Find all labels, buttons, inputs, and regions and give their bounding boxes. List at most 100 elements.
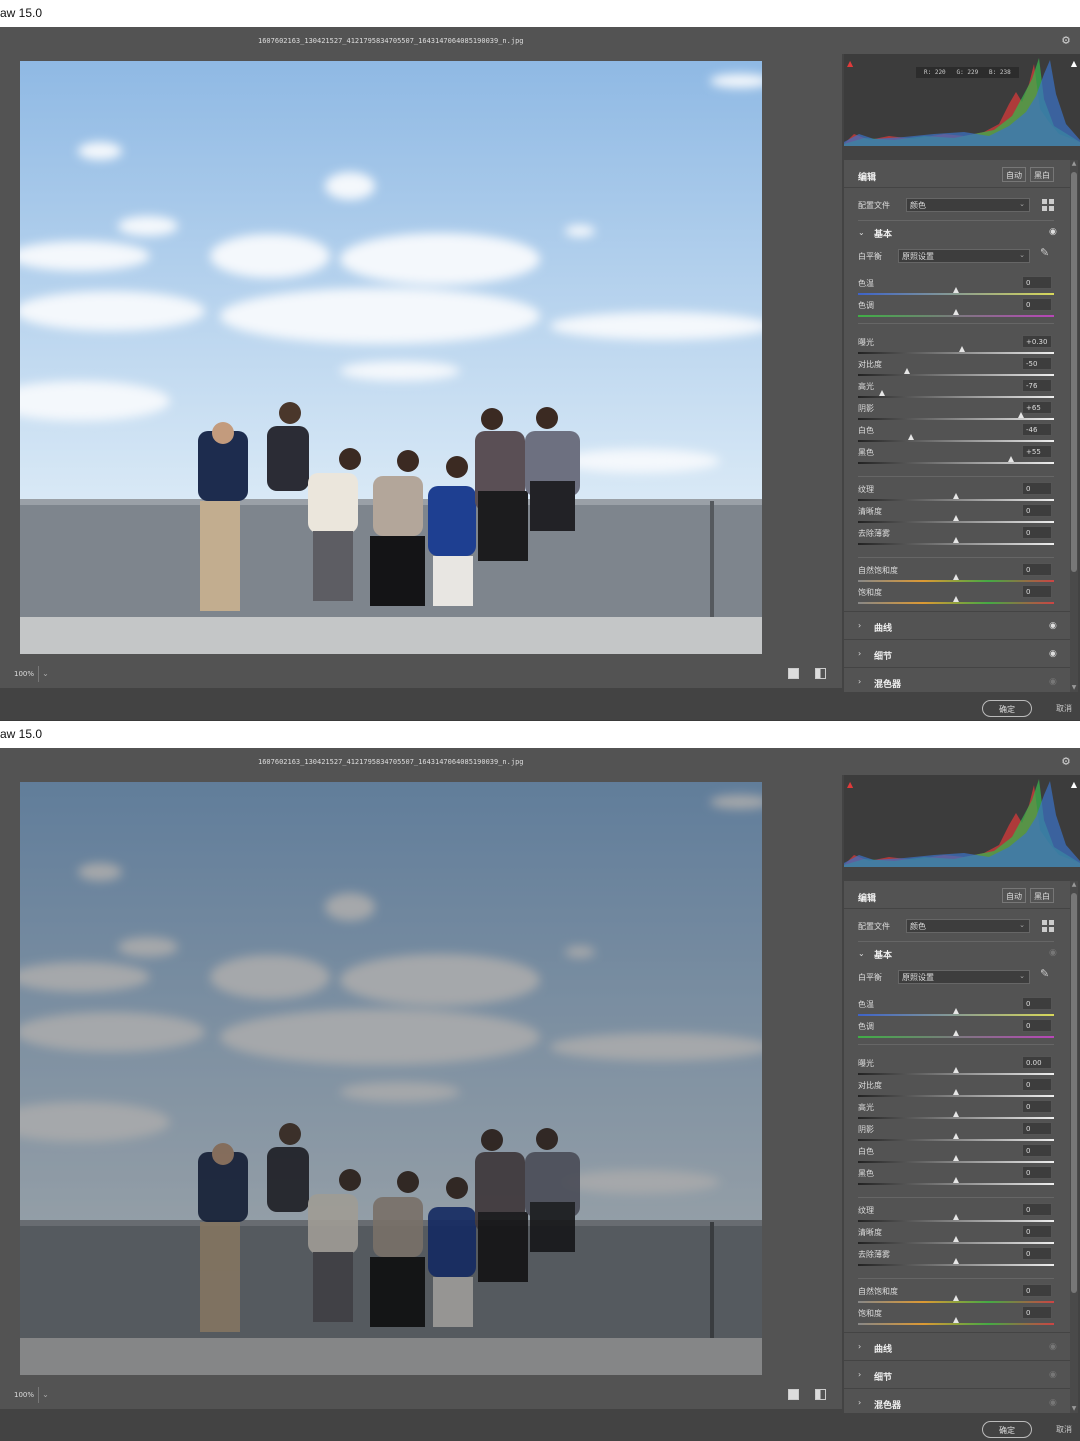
- slider-handle[interactable]: [953, 1317, 959, 1323]
- ok-button[interactable]: 确定: [982, 700, 1032, 717]
- slider-track[interactable]: [858, 293, 1054, 295]
- shadow-clip-icon[interactable]: ▲: [847, 780, 853, 789]
- scroll-up-icon[interactable]: ▲: [1070, 160, 1078, 168]
- wb-dropdown[interactable]: 原照设置 ⌄: [898, 970, 1030, 984]
- slider-value-input[interactable]: 0: [1022, 997, 1052, 1010]
- eye-icon[interactable]: ◉: [1049, 1370, 1057, 1380]
- scroll-down-icon[interactable]: ▼: [1070, 684, 1078, 692]
- slider-handle[interactable]: [953, 1295, 959, 1301]
- slider-track[interactable]: [858, 418, 1054, 420]
- eye-icon[interactable]: ◉: [1049, 649, 1057, 659]
- slider-value-input[interactable]: -76: [1022, 379, 1052, 392]
- cancel-button[interactable]: 取消: [1056, 703, 1072, 714]
- slider-value-input[interactable]: 0.00: [1022, 1056, 1052, 1069]
- slider-handle[interactable]: [953, 574, 959, 580]
- slider-track[interactable]: [858, 1323, 1054, 1325]
- scroll-thumb[interactable]: [1071, 172, 1077, 572]
- slider-value-input[interactable]: +55: [1022, 445, 1052, 458]
- slider-handle[interactable]: [953, 493, 959, 499]
- curve-section[interactable]: › 曲线 ◉: [844, 611, 1070, 639]
- slider-handle[interactable]: [953, 537, 959, 543]
- slider-handle[interactable]: [878, 390, 885, 396]
- panel-scrollbar[interactable]: ▲ ▼: [1070, 160, 1078, 692]
- slider-handle[interactable]: [953, 1008, 959, 1014]
- zoom-level[interactable]: 100%: [14, 670, 34, 678]
- eye-icon[interactable]: ◉: [1049, 227, 1057, 237]
- scroll-up-icon[interactable]: ▲: [1070, 881, 1078, 889]
- slider-track[interactable]: [858, 1242, 1054, 1244]
- slider-handle[interactable]: [1017, 412, 1024, 418]
- slider-track[interactable]: [858, 602, 1054, 604]
- slider-value-input[interactable]: 0: [1022, 1078, 1052, 1091]
- mixer-section[interactable]: › 混色器 ◉: [844, 1388, 1070, 1413]
- slider-value-input[interactable]: 0: [1022, 1166, 1052, 1179]
- slider-value-input[interactable]: -46: [1022, 423, 1052, 436]
- curve-section[interactable]: › 曲线 ◉: [844, 1332, 1070, 1360]
- slider-track[interactable]: [858, 1183, 1054, 1185]
- eye-icon[interactable]: ◉: [1049, 1398, 1057, 1408]
- slider-value-input[interactable]: +65: [1022, 401, 1052, 414]
- mixer-section[interactable]: › 混色器 ◉: [844, 667, 1070, 692]
- compare-view-icon[interactable]: [815, 1389, 826, 1400]
- slider-handle[interactable]: [953, 1236, 959, 1242]
- chevron-down-icon[interactable]: ⌄: [858, 949, 865, 958]
- slider-track[interactable]: [858, 1014, 1054, 1016]
- slider-value-input[interactable]: +0.30: [1022, 335, 1052, 348]
- slider-value-input[interactable]: 0: [1022, 298, 1052, 311]
- chevron-down-icon[interactable]: ⌄: [858, 228, 865, 237]
- slider-track[interactable]: [858, 543, 1054, 545]
- slider-handle[interactable]: [953, 1067, 959, 1073]
- slider-value-input[interactable]: 0: [1022, 1203, 1052, 1216]
- slider-track[interactable]: [858, 1095, 1054, 1097]
- eye-icon[interactable]: ◉: [1049, 677, 1057, 687]
- slider-value-input[interactable]: 0: [1022, 276, 1052, 289]
- slider-track[interactable]: [858, 462, 1054, 464]
- detail-section[interactable]: › 细节 ◉: [844, 1360, 1070, 1388]
- profile-dropdown[interactable]: 颜色 ⌄: [906, 198, 1030, 212]
- basic-section-title[interactable]: 基本: [874, 948, 892, 961]
- slider-handle[interactable]: [953, 309, 959, 315]
- slider-handle[interactable]: [953, 1111, 959, 1117]
- slider-track[interactable]: [858, 315, 1054, 317]
- basic-section-title[interactable]: 基本: [874, 227, 892, 240]
- slider-track[interactable]: [858, 499, 1054, 501]
- slider-value-input[interactable]: 0: [1022, 1122, 1052, 1135]
- eyedropper-icon[interactable]: ✎: [1040, 967, 1049, 980]
- slider-value-input[interactable]: 0: [1022, 563, 1052, 576]
- slider-track[interactable]: [858, 1264, 1054, 1266]
- slider-track[interactable]: [858, 396, 1054, 398]
- slider-track[interactable]: [858, 580, 1054, 582]
- slider-track[interactable]: [858, 1220, 1054, 1222]
- auto-button[interactable]: 自动: [1002, 888, 1026, 903]
- cancel-button[interactable]: 取消: [1056, 1424, 1072, 1435]
- eye-icon[interactable]: ◉: [1049, 1342, 1057, 1352]
- slider-track[interactable]: [858, 1161, 1054, 1163]
- slider-value-input[interactable]: 0: [1022, 482, 1052, 495]
- eye-icon[interactable]: ◉: [1049, 621, 1057, 631]
- chevron-down-icon[interactable]: ⌄: [38, 1387, 52, 1403]
- slider-handle[interactable]: [953, 287, 959, 293]
- single-view-icon[interactable]: [788, 668, 799, 679]
- slider-handle[interactable]: [907, 434, 914, 440]
- scroll-down-icon[interactable]: ▼: [1070, 1405, 1078, 1413]
- slider-value-input[interactable]: 0: [1022, 1247, 1052, 1260]
- slider-value-input[interactable]: 0: [1022, 1284, 1052, 1297]
- gear-icon[interactable]: ⚙: [1062, 754, 1070, 769]
- single-view-icon[interactable]: [788, 1389, 799, 1400]
- slider-handle[interactable]: [904, 368, 910, 374]
- slider-value-input[interactable]: 0: [1022, 1144, 1052, 1157]
- slider-value-input[interactable]: 0: [1022, 1306, 1052, 1319]
- slider-handle[interactable]: [953, 1133, 959, 1139]
- slider-value-input[interactable]: 0: [1022, 526, 1052, 539]
- slider-track[interactable]: [858, 1117, 1054, 1119]
- image-canvas[interactable]: [0, 775, 842, 1381]
- image-canvas[interactable]: [0, 54, 842, 660]
- highlight-clip-icon[interactable]: ▲: [1071, 780, 1077, 789]
- auto-button[interactable]: 自动: [1002, 167, 1026, 182]
- slider-track[interactable]: [858, 1301, 1054, 1303]
- wb-dropdown[interactable]: 原照设置 ⌄: [898, 249, 1030, 263]
- zoom-level[interactable]: 100%: [14, 1391, 34, 1399]
- profile-browser-icon[interactable]: [1042, 920, 1054, 932]
- slider-value-input[interactable]: 0: [1022, 1100, 1052, 1113]
- slider-track[interactable]: [858, 1036, 1054, 1038]
